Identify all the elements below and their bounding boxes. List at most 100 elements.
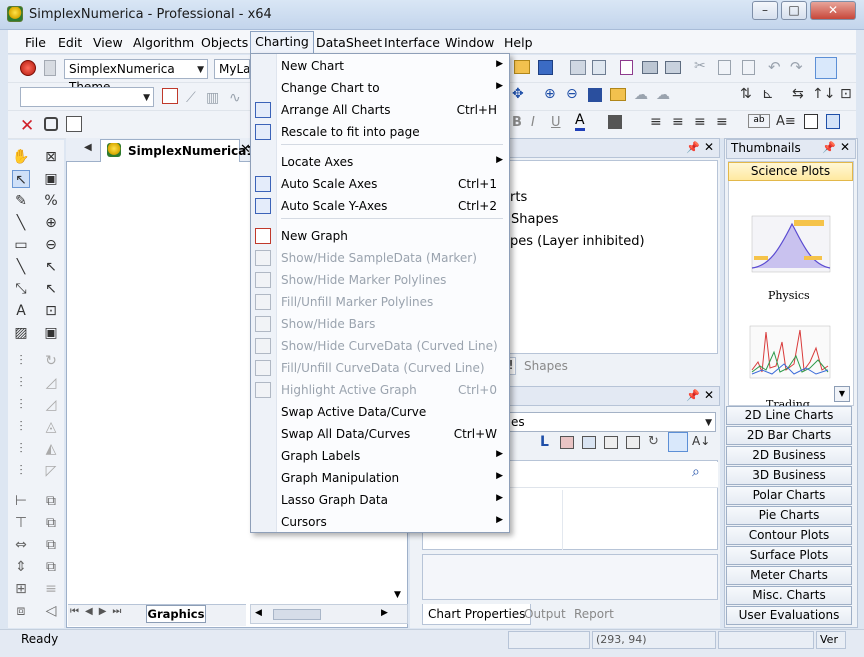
menu-item-arrange-all-charts[interactable]: Arrange All Charts Ctrl+H: [251, 99, 509, 121]
category-2d-bar-charts[interactable]: 2D Bar Charts: [726, 426, 852, 445]
print-icon[interactable]: [642, 61, 658, 74]
menu-item-new-chart[interactable]: New Chart ▶: [251, 55, 509, 77]
space-v-icon[interactable]: ⊤: [12, 514, 30, 532]
fill-color-icon[interactable]: [608, 115, 622, 129]
pin-icon[interactable]: 📌: [686, 141, 700, 154]
menu-item-change-chart-to[interactable]: Change Chart to ▶: [251, 77, 509, 99]
align-top-icon[interactable]: ⫶: [12, 418, 30, 436]
maximize-button[interactable]: □: [781, 1, 807, 20]
target-icon[interactable]: ⊡: [42, 302, 60, 320]
align-bottom-icon[interactable]: ⫶: [12, 462, 30, 480]
category-contour-plots[interactable]: Contour Plots: [726, 526, 852, 545]
zoom-in-icon[interactable]: ⊕: [544, 86, 556, 102]
property-search[interactable]: [506, 462, 718, 488]
menu-view[interactable]: View: [93, 35, 123, 50]
close-button[interactable]: ✕: [810, 1, 856, 20]
categorized-icon[interactable]: [668, 432, 688, 452]
search-icon[interactable]: ⌕: [692, 464, 700, 480]
sheet-nav-icons[interactable]: ⏮◀▶⏭: [70, 606, 127, 617]
menu-charting[interactable]: Charting: [250, 31, 314, 53]
open-folder-icon[interactable]: [514, 60, 530, 74]
sort-icon[interactable]: ⇅: [740, 86, 752, 102]
ungroup-icon[interactable]: ⧉: [42, 514, 60, 532]
move-icon[interactable]: ✥: [512, 86, 524, 102]
scroll-left-icon[interactable]: ◀: [255, 608, 262, 618]
pan-hand-icon[interactable]: ✋: [12, 148, 30, 166]
bars-icon[interactable]: ▥: [206, 90, 219, 106]
print-preview-icon[interactable]: [665, 61, 681, 74]
menu-item-graph-labels[interactable]: Graph Labels ▶: [251, 445, 509, 467]
menu-item-lasso-graph-data[interactable]: Lasso Graph Data ▶: [251, 489, 509, 511]
cloud-icon[interactable]: ☁: [656, 87, 670, 103]
fit-icon[interactable]: ⊠: [42, 148, 60, 166]
thumbnail-physics[interactable]: [744, 210, 834, 280]
new-graph-icon[interactable]: [162, 88, 178, 104]
paste-icon[interactable]: [592, 60, 606, 75]
pin-icon-2[interactable]: 📌: [686, 389, 700, 402]
curve-icon[interactable]: ∿: [229, 90, 241, 106]
align-center-icon[interactable]: ≡: [672, 114, 684, 130]
menu-item-swap-active-data-curve[interactable]: Swap Active Data/Curve: [251, 401, 509, 423]
table-icon[interactable]: [560, 436, 574, 449]
scroll-thumb[interactable]: [273, 609, 321, 620]
remove-point-icon[interactable]: ↖: [42, 280, 60, 298]
menu-edit[interactable]: Edit: [58, 35, 82, 50]
menu-item-auto-scale-y-axes[interactable]: Auto Scale Y-Axes Ctrl+2: [251, 195, 509, 217]
menu-objects[interactable]: Objects: [201, 35, 248, 50]
center-icon[interactable]: ⧈: [12, 602, 30, 620]
align-left-icon[interactable]: ≡: [650, 114, 662, 130]
category-meter-charts[interactable]: Meter Charts: [726, 566, 852, 585]
layout-combo[interactable]: MyLay: [214, 59, 250, 79]
thumbnail-trading[interactable]: [744, 322, 834, 382]
alphabetical-icon[interactable]: A↓: [692, 434, 710, 448]
image-icon[interactable]: ▨: [12, 324, 30, 342]
align-right-icon[interactable]: ≡: [694, 114, 706, 130]
scroll-down-icon[interactable]: ▼: [394, 590, 401, 600]
tab-scroll-left-icon[interactable]: ◀: [84, 142, 92, 153]
category-science-plots[interactable]: Science Plots: [728, 162, 853, 181]
delete-icon[interactable]: ✕: [20, 116, 34, 136]
undo-icon[interactable]: ↶: [768, 58, 781, 76]
gallery-scroll-down-icon[interactable]: ▼: [834, 386, 850, 402]
properties-object-combo[interactable]: es ▼: [506, 412, 716, 432]
line-icon[interactable]: ╲: [12, 214, 30, 232]
close-thumbnails-icon[interactable]: ✕: [840, 140, 850, 154]
menu-item-rescale-to-fit-into-page[interactable]: Rescale to fit into page: [251, 121, 509, 143]
mirror-v-icon[interactable]: ◭: [42, 440, 60, 458]
tab-chart-properties[interactable]: Chart Properties: [422, 604, 532, 625]
scroll-right-icon[interactable]: ▶: [381, 608, 388, 618]
zoom-out-icon[interactable]: ⊖: [566, 86, 578, 102]
menu-item-graph-manipulation[interactable]: Graph Manipulation ▶: [251, 467, 509, 489]
folder-props-icon[interactable]: [582, 436, 596, 449]
percent-icon[interactable]: %: [42, 192, 60, 210]
rectangle-icon[interactable]: ▭: [12, 236, 30, 254]
bold-icon[interactable]: B: [512, 115, 522, 130]
menu-algorithm[interactable]: Algorithm: [133, 35, 194, 50]
menu-item-auto-scale-axes[interactable]: Auto Scale Axes Ctrl+1: [251, 173, 509, 195]
axis-icon[interactable]: ⊾: [762, 86, 774, 102]
connector-icon[interactable]: ╲: [12, 258, 30, 276]
group-icon[interactable]: ⧉: [42, 492, 60, 510]
space-h-icon[interactable]: ⊢: [12, 492, 30, 510]
close-panel-icon-2[interactable]: ✕: [704, 388, 714, 402]
tree-item-shapes-layer[interactable]: pes (Layer inhibited): [510, 234, 645, 249]
save-icon[interactable]: [538, 60, 553, 75]
menu-window[interactable]: Window: [445, 35, 494, 50]
category-pie-charts[interactable]: Pie Charts: [726, 506, 852, 525]
bezier-icon[interactable]: ⤡: [12, 280, 30, 298]
lines-icon[interactable]: ≡: [42, 580, 60, 598]
paste-disabled-icon[interactable]: [742, 60, 755, 75]
theme-combo[interactable]: SimplexNumerica Theme▼: [64, 59, 208, 94]
same-height-icon[interactable]: ⇕: [12, 558, 30, 576]
order-front-icon[interactable]: ⧉: [42, 536, 60, 554]
underline-icon[interactable]: U: [551, 115, 561, 130]
refresh-icon[interactable]: ↻: [648, 434, 659, 449]
label-icon[interactable]: L: [540, 434, 549, 450]
category-2d-business[interactable]: 2D Business: [726, 446, 852, 465]
text-tool-icon[interactable]: A: [12, 302, 30, 320]
tab-simplexnumerica1[interactable]: SimplexNumerica1: [100, 139, 255, 162]
horizontal-scrollbar[interactable]: ◀ ▶: [250, 604, 408, 624]
add-point-icon[interactable]: ↖: [42, 258, 60, 276]
pen-icon[interactable]: ✎: [12, 192, 30, 210]
menu-item-swap-all-data-curves[interactable]: Swap All Data/Curves Ctrl+W: [251, 423, 509, 445]
